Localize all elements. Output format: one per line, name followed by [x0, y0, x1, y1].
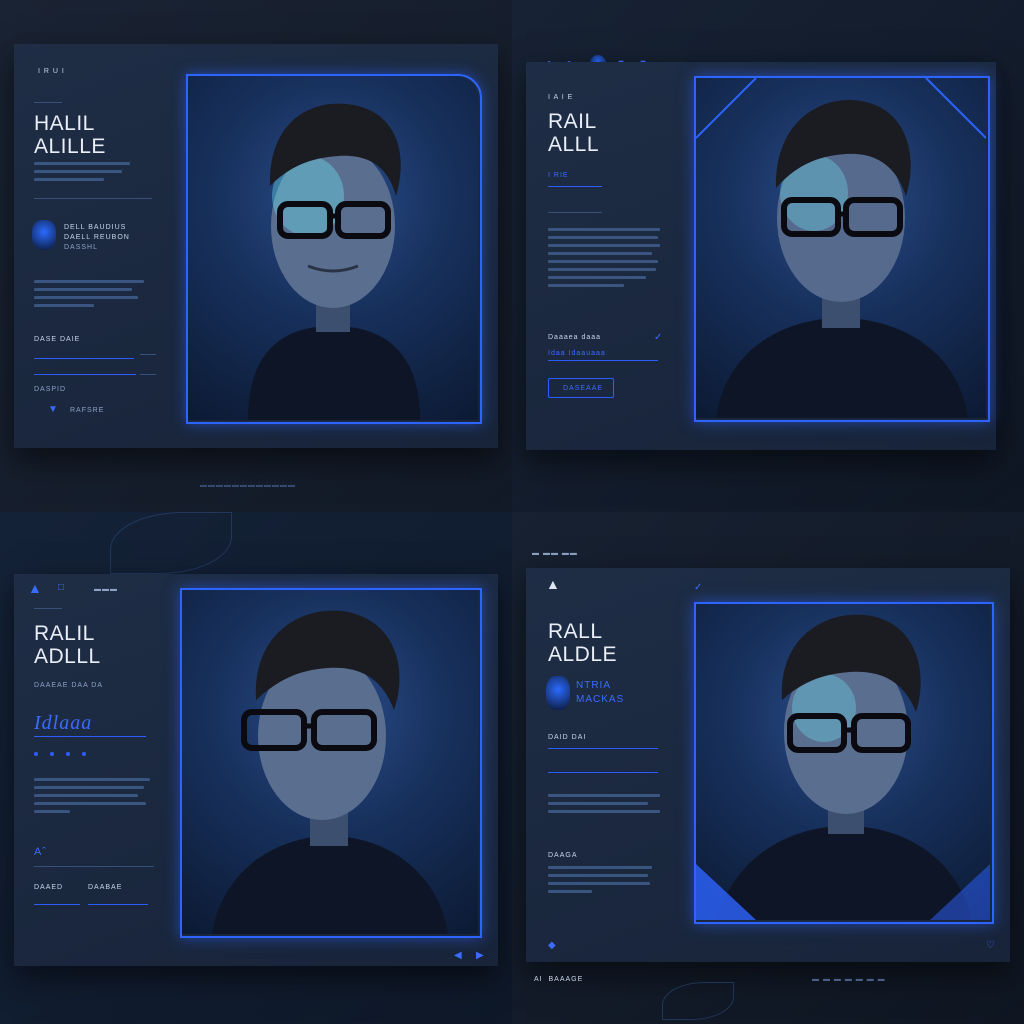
- page-title: RAIL ALLL: [548, 110, 600, 156]
- signature: Idlaaa: [34, 712, 93, 734]
- footer-caption: ▬▬▬▬▬▬▬▬▬▬▬▬: [200, 482, 296, 489]
- profile-card: ▲ □ ▬▬▬ RALIL ADLLL DAAEAE DAA DA Idlaaa…: [14, 574, 498, 966]
- like-icon[interactable]: ♡: [986, 940, 995, 951]
- leaf-decoration: [110, 512, 232, 574]
- tag-label: I RIE: [548, 172, 569, 179]
- author-name: NTRIA: [576, 680, 611, 691]
- leaf-decoration: [662, 982, 734, 1020]
- portrait-photo: [182, 590, 478, 934]
- submit-button[interactable]: DASEAAE: [548, 378, 614, 398]
- logo-icon[interactable]: ▲: [546, 576, 560, 592]
- nav-next-icon[interactable]: ▶: [476, 950, 484, 961]
- page-title: HALIL ALILLE: [34, 112, 106, 158]
- field-label: DASE DAIE: [34, 336, 81, 343]
- panel-2: ● ● ■ ■ I A I E RAIL ALLL I RIE Daaaea d…: [512, 0, 1024, 512]
- author-role: MACKAS: [576, 694, 625, 705]
- location-icon[interactable]: ▼: [48, 404, 58, 415]
- footer-label: DASPID: [34, 386, 67, 393]
- field-label: Daaaea daaa: [548, 334, 602, 341]
- author-sub: DASSHL: [64, 244, 99, 251]
- profile-card: I R U I HALIL ALILLE DELL BAUDIUS DAELL …: [14, 44, 498, 448]
- bio-text: [548, 866, 652, 893]
- top-label: ▬ ▬▬ ▬▬: [532, 550, 578, 557]
- meta-label: DAAEAE DAA DA: [34, 682, 104, 689]
- field-value[interactable]: Idaa Idaauaaa: [548, 350, 606, 357]
- nav-prev-icon[interactable]: ◀: [454, 950, 462, 961]
- check-icon: ✓: [694, 582, 703, 593]
- menu-icon[interactable]: □: [58, 582, 64, 593]
- footer-links: ▬ ▬ ▬ ▬ ▬ ▬ ▬: [812, 976, 886, 983]
- section-label: DAAGA: [548, 852, 578, 859]
- description-text: [34, 162, 130, 181]
- author-name: DELL BAUDIUS: [64, 224, 127, 231]
- page-title: RALIL ADLLL: [34, 622, 101, 668]
- footer-brand: AI BAAAGE: [534, 976, 584, 983]
- author-role: DAELL REUBON: [64, 234, 130, 241]
- nav-label: ▬▬▬: [94, 586, 118, 593]
- footer-label-a: DAAED: [34, 884, 64, 891]
- bio-text: [548, 228, 660, 287]
- profile-card: I A I E RAIL ALLL I RIE Daaaea daaa ✓ Id…: [526, 62, 996, 450]
- author-avatar: [32, 220, 56, 250]
- bio-text: [34, 280, 144, 307]
- field-underline-2[interactable]: [34, 374, 136, 375]
- bio-text: [34, 778, 150, 813]
- brand-mark: I A I E: [548, 94, 574, 101]
- brand-mark: I R U I: [38, 68, 65, 75]
- share-icon[interactable]: ◆: [548, 940, 556, 951]
- panel-4: ▬ ▬▬ ▬▬ ▲ RALL ALDLE NTRIA MACKAS DAID D…: [512, 512, 1024, 1024]
- author-avatar: [546, 676, 570, 710]
- portrait-photo: [696, 78, 986, 418]
- portrait-photo: [696, 604, 990, 920]
- panel-1: I R U I HALIL ALILLE DELL BAUDIUS DAELL …: [0, 0, 512, 512]
- page-title: RALL ALDLE: [548, 620, 618, 666]
- footer-label-b: DAABAE: [88, 884, 123, 891]
- logo-icon[interactable]: ▲: [28, 580, 42, 596]
- icon-label: RAFSRE: [70, 407, 105, 414]
- field-label: DAID DAI: [548, 734, 587, 741]
- portrait-photo: [188, 76, 478, 420]
- description-text: [548, 794, 660, 813]
- profile-card: ▲ RALL ALDLE NTRIA MACKAS DAID DAI DAAGA: [526, 568, 1010, 962]
- check-icon: ✓: [654, 332, 663, 343]
- rating-label: Aˆ: [34, 846, 47, 858]
- field-underline[interactable]: [34, 358, 134, 359]
- panel-3: ▲ □ ▬▬▬ RALIL ADLLL DAAEAE DAA DA Idlaaa…: [0, 512, 512, 1024]
